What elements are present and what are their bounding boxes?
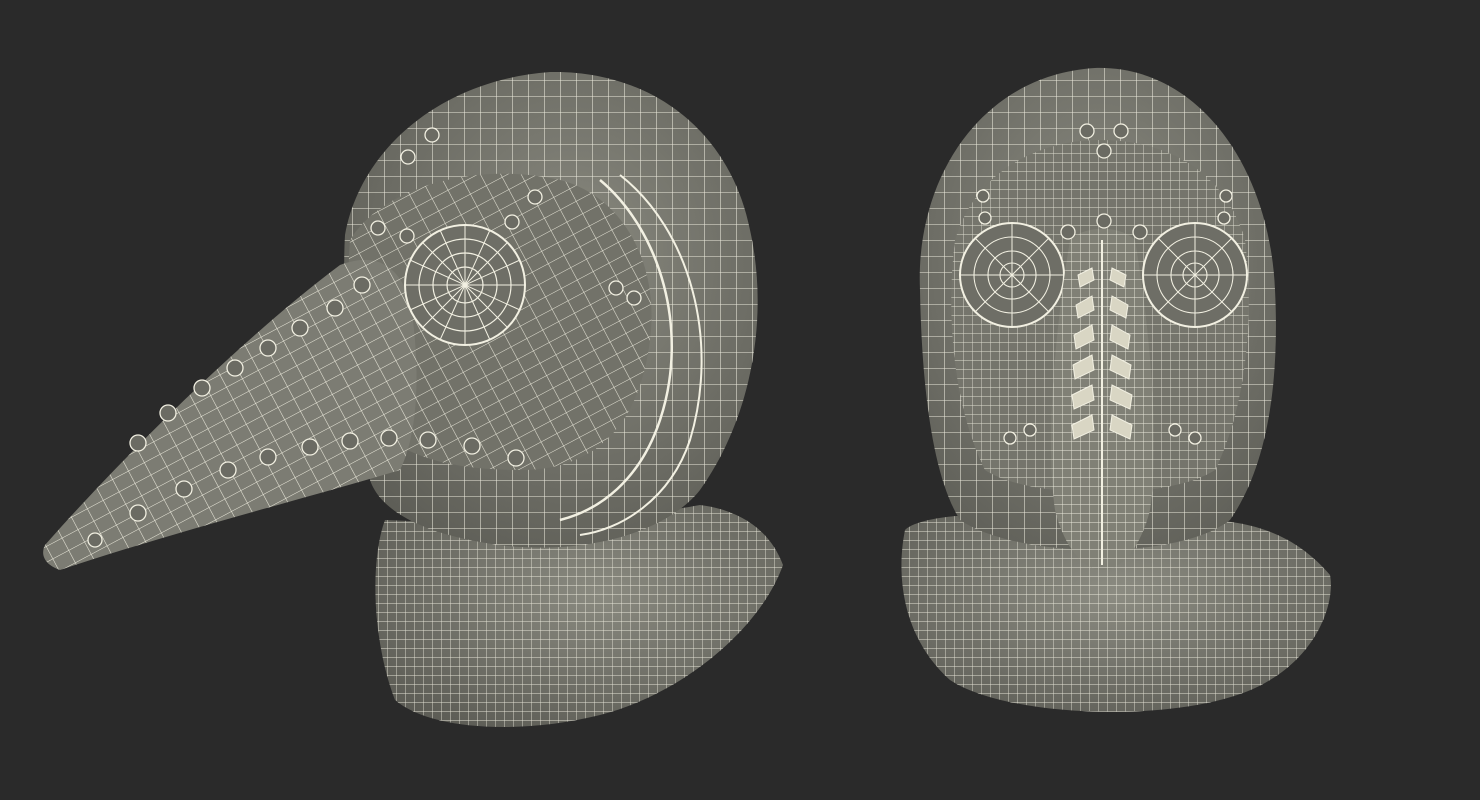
render-viewport [0,0,1480,800]
plague-doctor-mask-front-icon [901,67,1331,712]
side-eye-lens [404,224,526,346]
front-eye-lens-right [1142,222,1248,328]
wireframe-render [43,67,1331,727]
plague-doctor-mask-side-icon [43,71,783,727]
front-eye-lens-left [959,222,1065,328]
